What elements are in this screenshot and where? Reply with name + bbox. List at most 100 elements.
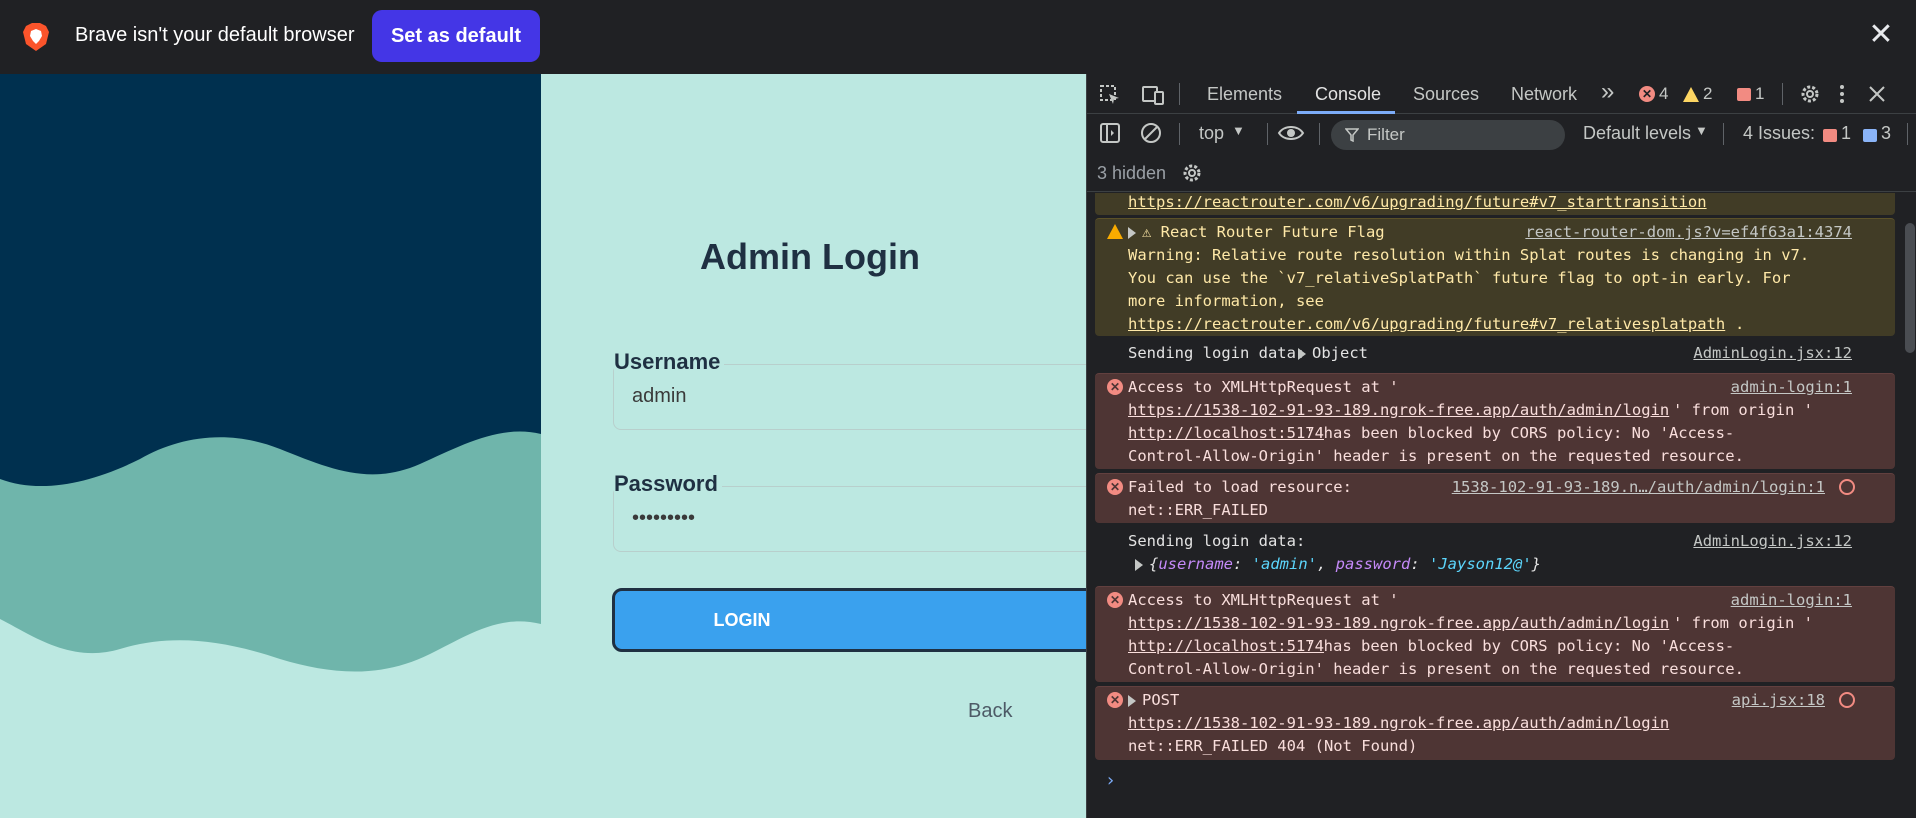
console-log: Sending login data: AdminLogin.jsx:12 {u… bbox=[1095, 527, 1895, 581]
post-method: POST bbox=[1142, 691, 1180, 709]
object-value: 'admin' bbox=[1251, 555, 1317, 573]
gear-icon[interactable] bbox=[1799, 83, 1821, 105]
warning-line-2: You can use the `v7_relativeSplatPath` f… bbox=[1128, 269, 1791, 287]
network-request-icon[interactable] bbox=[1839, 479, 1855, 495]
console-scrollbar[interactable] bbox=[1903, 193, 1916, 818]
log-text: Sending login data: bbox=[1128, 344, 1306, 362]
object-brace: } bbox=[1531, 555, 1541, 573]
inspect-element-icon[interactable] bbox=[1099, 84, 1121, 106]
separator bbox=[1723, 123, 1724, 145]
console-settings-row: 3 hidden bbox=[1087, 154, 1916, 192]
separator bbox=[1179, 123, 1180, 145]
log-object-preview[interactable]: {username: 'admin', password: 'Jayson12@… bbox=[1135, 553, 1541, 576]
object-brace: { bbox=[1149, 555, 1159, 573]
more-tabs-icon[interactable]: » bbox=[1601, 78, 1614, 106]
object-colon: : bbox=[1410, 555, 1429, 573]
chevron-down-icon[interactable]: ▼ bbox=[1232, 123, 1245, 138]
expand-arrow-icon bbox=[1128, 694, 1136, 707]
error-url[interactable]: https://1538-102-91-93-189.ngrok-free.ap… bbox=[1128, 399, 1669, 422]
warning-inline-icon: ⚠ bbox=[1142, 223, 1161, 241]
log-levels-selector[interactable]: Default levels bbox=[1583, 123, 1691, 144]
console-output: https://reactrouter.com/v6/upgrading/fut… bbox=[1087, 193, 1916, 818]
console-prompt[interactable]: › bbox=[1105, 769, 1116, 792]
expand-arrow-icon bbox=[1135, 558, 1143, 571]
warning-link[interactable]: https://reactrouter.com/v6/upgrading/fut… bbox=[1128, 193, 1707, 214]
issue-error-icon bbox=[1823, 129, 1837, 142]
tab-console[interactable]: Console bbox=[1315, 84, 1381, 105]
clear-console-icon[interactable] bbox=[1140, 122, 1162, 144]
network-request-icon[interactable] bbox=[1839, 692, 1855, 708]
error-from-origin: ' from origin ' bbox=[1673, 614, 1813, 632]
error-line-1: Failed to load resource: bbox=[1128, 478, 1352, 496]
error-source[interactable]: admin-login:1 bbox=[1731, 589, 1852, 612]
warning-icon bbox=[1107, 224, 1123, 239]
filter-icon bbox=[1345, 128, 1359, 142]
console-toolbar: top ▼ Filter Default levels ▼ 4 Issues: … bbox=[1087, 114, 1916, 154]
filter-placeholder: Filter bbox=[1367, 125, 1405, 144]
flag-count: 1 bbox=[1755, 84, 1765, 103]
issues-info-count: 3 bbox=[1881, 123, 1892, 143]
close-icon[interactable]: ✕ bbox=[1866, 20, 1896, 50]
password-field[interactable]: Password ••••••••• bbox=[613, 471, 1086, 552]
issue-info-icon bbox=[1863, 129, 1877, 142]
warning-link[interactable]: https://reactrouter.com/v6/upgrading/fut… bbox=[1128, 313, 1725, 336]
set-as-default-button[interactable]: Set as default bbox=[372, 10, 540, 62]
more-options-icon[interactable] bbox=[1837, 83, 1847, 105]
error-icon: ✕ bbox=[1107, 379, 1123, 395]
object-sep: , bbox=[1317, 555, 1336, 573]
tab-network[interactable]: Network bbox=[1511, 84, 1577, 105]
expand-arrow-icon bbox=[1298, 347, 1306, 360]
console-error: ✕ Access to XMLHttpRequest at ' admin-lo… bbox=[1095, 586, 1895, 682]
separator bbox=[1319, 123, 1320, 145]
error-url[interactable]: https://1538-102-91-93-189.ngrok-free.ap… bbox=[1128, 612, 1669, 635]
error-line-1: Access to XMLHttpRequest at ' bbox=[1128, 378, 1399, 396]
separator bbox=[1267, 123, 1268, 145]
scrollbar-thumb[interactable] bbox=[1905, 223, 1915, 353]
page-title: Admin Login bbox=[700, 236, 920, 277]
error-url[interactable]: https://1538-102-91-93-189.ngrok-free.ap… bbox=[1128, 712, 1669, 735]
error-icon: ✕ bbox=[1107, 479, 1123, 495]
username-field[interactable]: Username admin bbox=[613, 349, 1086, 430]
issues-label[interactable]: 4 Issues: bbox=[1743, 123, 1815, 144]
error-origin-link[interactable]: http://localhost:5174 bbox=[1128, 635, 1324, 658]
error-icon: ✕ bbox=[1639, 86, 1655, 102]
log-source[interactable]: AdminLogin.jsx:12 bbox=[1693, 342, 1852, 365]
warning-line-3: more information, see bbox=[1128, 292, 1324, 310]
error-line-4: Control-Allow-Origin' header is present … bbox=[1128, 660, 1744, 678]
console-settings-icon[interactable] bbox=[1181, 162, 1203, 184]
warning-source[interactable]: react-router-dom.js?v=ef4f63a1:4374 bbox=[1525, 221, 1852, 244]
wave-illustration bbox=[0, 74, 541, 818]
device-toolbar-icon[interactable] bbox=[1141, 84, 1165, 106]
password-label: Password bbox=[614, 471, 722, 497]
back-link[interactable]: Back bbox=[968, 700, 1012, 723]
error-source[interactable]: api.jsx:18 bbox=[1732, 689, 1825, 712]
console-warning-tail: https://reactrouter.com/v6/upgrading/fut… bbox=[1095, 193, 1895, 215]
console-log: Sending login data: Object AdminLogin.js… bbox=[1095, 339, 1895, 369]
error-count-badge[interactable]: ✕ 4 bbox=[1639, 84, 1668, 104]
filter-input[interactable]: Filter bbox=[1331, 120, 1565, 150]
warning-icon bbox=[1683, 86, 1699, 102]
error-origin-link[interactable]: http://localhost:5174 bbox=[1128, 422, 1324, 445]
tab-sources[interactable]: Sources bbox=[1413, 84, 1479, 105]
error-line-1: Access to XMLHttpRequest at ' bbox=[1128, 591, 1399, 609]
log-object[interactable]: Object bbox=[1298, 342, 1368, 365]
object-key: username bbox=[1158, 555, 1233, 573]
log-text: Sending login data: bbox=[1128, 532, 1306, 550]
chevron-down-icon[interactable]: ▼ bbox=[1695, 123, 1708, 138]
console-error: ✕ POST api.jsx:18 https://1538-102-91-93… bbox=[1095, 686, 1895, 760]
tab-elements[interactable]: Elements bbox=[1207, 84, 1282, 105]
sidebar-toggle-icon[interactable] bbox=[1099, 122, 1121, 144]
login-button[interactable]: LOGIN bbox=[612, 588, 1086, 652]
post-label[interactable]: POST bbox=[1128, 689, 1179, 712]
log-source[interactable]: AdminLogin.jsx:12 bbox=[1693, 530, 1852, 553]
error-source[interactable]: 1538-102-91-93-189.n…/auth/admin/login:1 bbox=[1452, 476, 1825, 499]
warning-title[interactable]: ⚠ React Router Future Flag bbox=[1128, 221, 1385, 244]
warning-count-badge[interactable]: 2 bbox=[1683, 84, 1712, 104]
eye-icon[interactable] bbox=[1277, 123, 1305, 143]
username-value: admin bbox=[632, 385, 687, 407]
issues-count-badge[interactable]: 1 bbox=[1737, 84, 1764, 104]
close-devtools-icon[interactable] bbox=[1867, 84, 1887, 104]
expand-arrow-icon bbox=[1128, 226, 1136, 239]
error-source[interactable]: admin-login:1 bbox=[1731, 376, 1852, 399]
context-selector[interactable]: top bbox=[1199, 123, 1224, 144]
